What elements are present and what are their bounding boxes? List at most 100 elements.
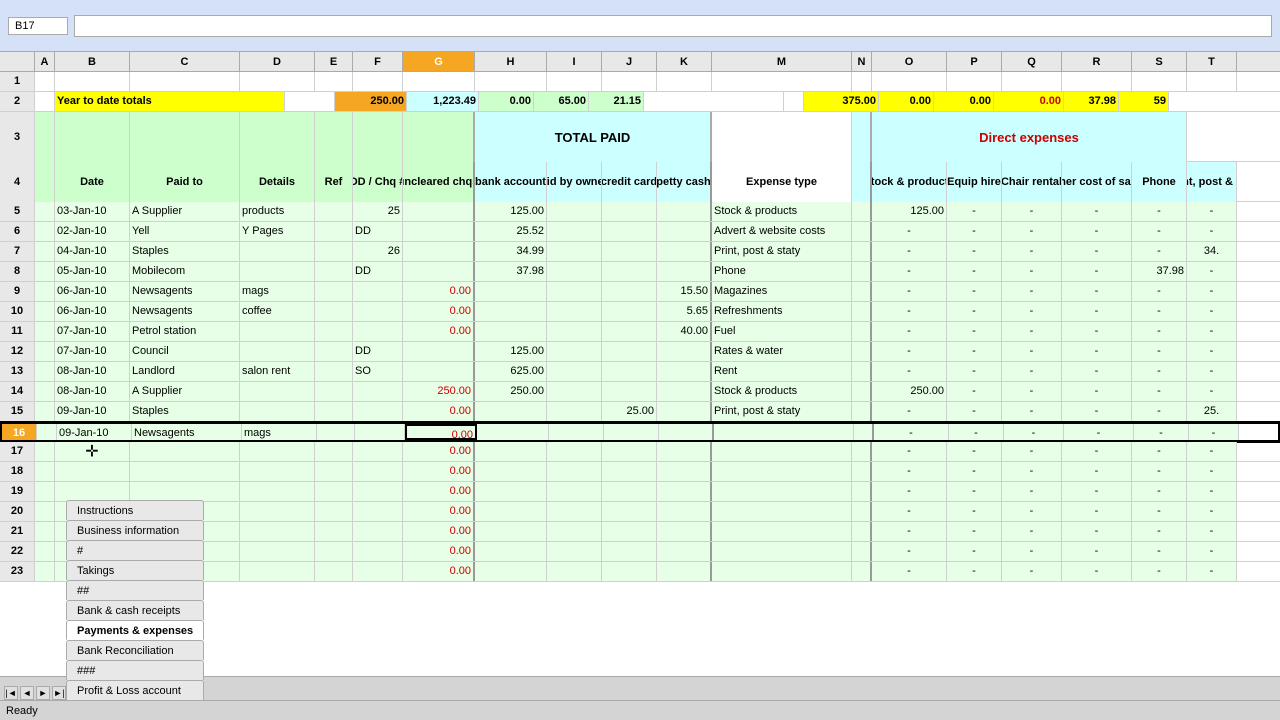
cell-t20[interactable]: - [1187,502,1237,521]
cell-s20[interactable]: - [1132,502,1187,521]
cell-h11[interactable] [475,322,547,341]
cell-k18[interactable] [657,462,712,481]
cell-a3[interactable] [35,112,55,162]
cell-r1[interactable] [1062,72,1132,91]
cell-h22[interactable] [475,542,547,561]
cell-i22[interactable] [547,542,602,561]
cell-a11[interactable] [35,322,55,341]
cell-h15[interactable] [475,402,547,421]
cell-g11[interactable]: 0.00 [403,322,475,341]
cell-g4[interactable]: uncleared chqs [403,162,475,202]
cell-j14[interactable] [602,382,657,401]
cell-p16[interactable]: - [949,424,1004,440]
col-header-k[interactable]: K [657,52,712,71]
cell-p11[interactable]: - [947,322,1002,341]
cell-r15[interactable]: - [1062,402,1132,421]
cell-q13[interactable]: - [1002,362,1062,381]
cell-o21[interactable]: - [872,522,947,541]
cell-m10[interactable]: Refreshments [712,302,852,321]
cell-e23[interactable] [315,562,353,581]
first-sheet-button[interactable]: |◄ [4,686,18,700]
cell-n19[interactable] [852,482,872,501]
cell-g16[interactable]: 0.00 [405,424,477,440]
cell-b13[interactable]: 08-Jan-10 [55,362,130,381]
cell-q17[interactable]: - [1002,442,1062,461]
cell-r6[interactable]: - [1062,222,1132,241]
cell-r17[interactable]: - [1062,442,1132,461]
cell-j5[interactable] [602,202,657,221]
cell-e3[interactable] [315,112,353,162]
cell-s9[interactable]: - [1132,282,1187,301]
tab-bank-reconciliation[interactable]: Bank Reconciliation [66,640,204,660]
cell-k20[interactable] [657,502,712,521]
cell-k5[interactable] [657,202,712,221]
cell-f4[interactable]: DD / Chq # [353,162,403,202]
cell-d6[interactable]: Y Pages [240,222,315,241]
cell-e15[interactable] [315,402,353,421]
cell-a22[interactable] [35,542,55,561]
cell-s5[interactable]: - [1132,202,1187,221]
cell-o8[interactable]: - [872,262,947,281]
cell-d13[interactable]: salon rent [240,362,315,381]
cell-i6[interactable] [547,222,602,241]
tab-takings[interactable]: Takings [66,560,204,580]
cell-a14[interactable] [35,382,55,401]
cell-f6[interactable]: DD [353,222,403,241]
cell-o6[interactable]: - [872,222,947,241]
cell-g5[interactable] [403,202,475,221]
cell-e21[interactable] [315,522,353,541]
cell-a4[interactable] [35,162,55,202]
cell-n20[interactable] [852,502,872,521]
cell-i5[interactable] [547,202,602,221]
cell-j10[interactable] [602,302,657,321]
cell-k11[interactable]: 40.00 [657,322,712,341]
cell-g7[interactable] [403,242,475,261]
cell-j13[interactable] [602,362,657,381]
cell-t13[interactable]: - [1187,362,1237,381]
cell-f17[interactable] [353,442,403,461]
cell-q15[interactable]: - [1002,402,1062,421]
cell-t14[interactable]: - [1187,382,1237,401]
cell-k17[interactable] [657,442,712,461]
cell-j9[interactable] [602,282,657,301]
cell-c10[interactable]: Newsagents [130,302,240,321]
cell-m18[interactable] [712,462,852,481]
cell-e20[interactable] [315,502,353,521]
cell-c1[interactable] [130,72,240,91]
cell-r23[interactable]: - [1062,562,1132,581]
cell-p22[interactable]: - [947,542,1002,561]
cell-c12[interactable]: Council [130,342,240,361]
next-sheet-button[interactable]: ► [36,686,50,700]
formula-bar[interactable] [74,15,1272,37]
cell-c6[interactable]: Yell [130,222,240,241]
cell-b17[interactable]: ✛ [55,442,130,461]
cell-g15[interactable]: 0.00 [403,402,475,421]
cell-n5[interactable] [852,202,872,221]
cell-g9[interactable]: 0.00 [403,282,475,301]
cell-j20[interactable] [602,502,657,521]
cell-m9[interactable]: Magazines [712,282,852,301]
cell-t21[interactable]: - [1187,522,1237,541]
cell-r8[interactable]: - [1062,262,1132,281]
tab--[interactable]: # [66,540,204,560]
cell-d7[interactable] [240,242,315,261]
cell-j21[interactable] [602,522,657,541]
cell-k2[interactable]: 21.15 [589,92,644,111]
cell-m17[interactable] [712,442,852,461]
col-header-p[interactable]: P [947,52,1002,71]
cell-b18[interactable] [55,462,130,481]
cell-p12[interactable]: - [947,342,1002,361]
cell-h9[interactable] [475,282,547,301]
cell-b6[interactable]: 02-Jan-10 [55,222,130,241]
cell-o4[interactable]: Stock & products [872,162,947,202]
cell-g19[interactable]: 0.00 [403,482,475,501]
cell-q12[interactable]: - [1002,342,1062,361]
col-header-j[interactable]: J [602,52,657,71]
cell-e10[interactable] [315,302,353,321]
cell-t5[interactable]: - [1187,202,1237,221]
cell-g20[interactable]: 0.00 [403,502,475,521]
cell-e1[interactable] [315,72,353,91]
cell-f7[interactable]: 26 [353,242,403,261]
cell-b9[interactable]: 06-Jan-10 [55,282,130,301]
cell-c3[interactable] [130,112,240,162]
